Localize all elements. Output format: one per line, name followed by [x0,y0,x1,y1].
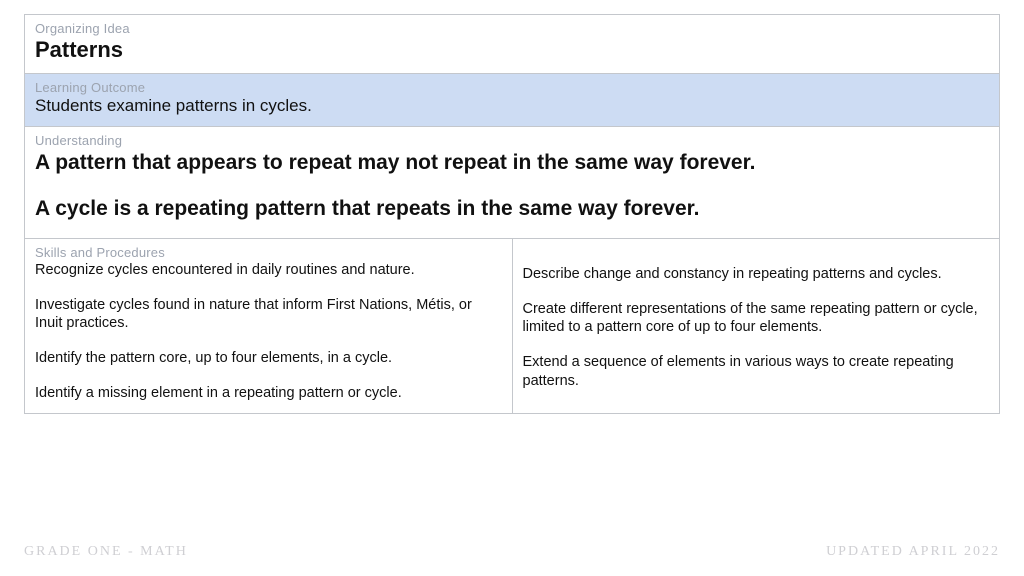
skills-section: Skills and Procedures Recognize cycles e… [25,238,999,413]
organizing-idea-section: Organizing Idea Patterns [25,15,999,73]
skill-item: Identify the pattern core, up to four el… [35,349,502,368]
organizing-idea-label: Organizing Idea [35,21,989,36]
skill-item: Describe change and constancy in repeati… [523,265,990,284]
understanding-section: Understanding A pattern that appears to … [25,126,999,238]
skill-item: Recognize cycles encountered in daily ro… [35,261,502,280]
understanding-line-2: A cycle is a repeating pattern that repe… [35,195,989,223]
understanding-text: A pattern that appears to repeat may not… [35,149,989,224]
understanding-line-1: A pattern that appears to repeat may not… [35,149,989,177]
skills-label: Skills and Procedures [35,245,502,260]
skill-item: Extend a sequence of elements in various… [523,353,990,391]
organizing-idea-title: Patterns [35,37,989,63]
skills-left-col: Skills and Procedures Recognize cycles e… [25,239,512,413]
skills-right-col: Describe change and constancy in repeati… [512,239,1000,413]
skill-item: Create different representations of the … [523,300,990,338]
understanding-label: Understanding [35,133,989,148]
footer: GRADE ONE - MATH UPDATED APRIL 2022 [24,544,1000,560]
learning-outcome-section: Learning Outcome Students examine patter… [25,73,999,126]
learning-outcome-text: Students examine patterns in cycles. [35,96,989,116]
curriculum-panel: Organizing Idea Patterns Learning Outcom… [24,14,1000,414]
footer-right: UPDATED APRIL 2022 [826,544,1000,560]
footer-left: GRADE ONE - MATH [24,544,188,560]
learning-outcome-label: Learning Outcome [35,80,989,95]
skill-item: Identify a missing element in a repeatin… [35,384,502,403]
skill-item: Investigate cycles found in nature that … [35,296,502,334]
